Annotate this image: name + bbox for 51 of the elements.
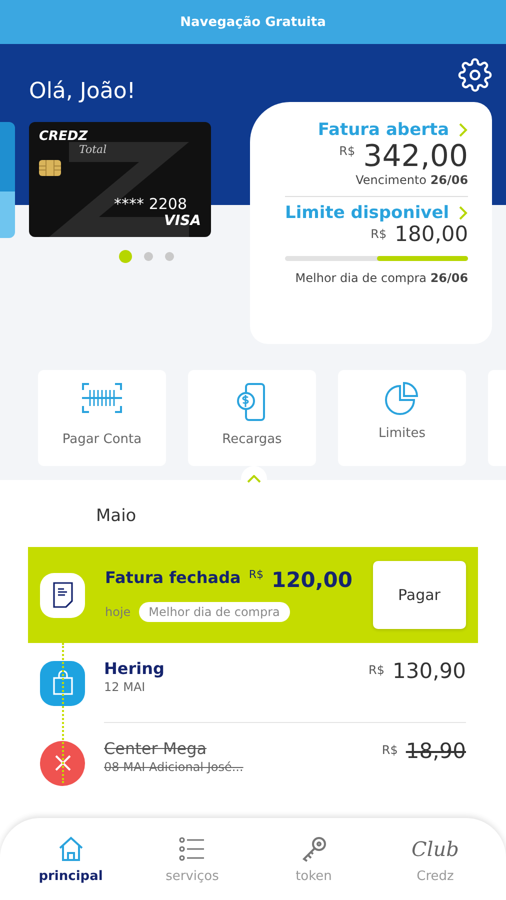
entry-amount: 18,90 xyxy=(406,739,466,763)
pay-button[interactable]: Pagar xyxy=(372,561,466,629)
card-network: VISA xyxy=(164,213,201,229)
currency: R$ xyxy=(370,227,387,241)
currency: R$ xyxy=(368,663,385,677)
credit-card[interactable]: CREDZ Total **** 2208 VISA xyxy=(29,122,211,237)
currency: R$ xyxy=(248,568,264,581)
entry-tag: Melhor dia de compra xyxy=(138,602,290,622)
carousel-dot[interactable] xyxy=(164,252,174,261)
invoice-amount: 342,00 xyxy=(363,140,468,173)
entry-title: Hering xyxy=(104,659,164,678)
carousel-dot[interactable] xyxy=(118,250,132,263)
limit-amount: 180,00 xyxy=(394,223,468,246)
action-tile[interactable]: Pagar Conta xyxy=(38,370,166,466)
entry-amount: 120,00 xyxy=(271,568,353,592)
list-icon xyxy=(178,834,206,862)
action-tile[interactable]: Recargas xyxy=(188,370,316,466)
action-tile[interactable]: Limites xyxy=(338,370,466,466)
pie-chart-icon xyxy=(385,382,419,416)
best-day: Melhor dia de compra 26/06 xyxy=(295,271,468,286)
carousel-dot[interactable] xyxy=(144,252,152,261)
chevron-right-icon xyxy=(459,206,468,220)
key-icon xyxy=(300,834,328,862)
currency: R$ xyxy=(382,743,398,757)
entry-date: hoje xyxy=(105,605,131,619)
greeting: Olá, João! xyxy=(29,78,137,106)
status-title: Navegação Gratuita xyxy=(180,14,326,30)
nav-tab[interactable]: Club Credz xyxy=(374,818,496,900)
currency: R$ xyxy=(339,144,356,158)
phone-coin-icon xyxy=(236,382,268,422)
home-icon xyxy=(56,834,85,862)
previous-card[interactable] xyxy=(0,122,15,238)
entry-date: 08 MAI Adicional José... xyxy=(104,760,244,774)
chip-icon xyxy=(39,160,61,176)
month-heading: Maio xyxy=(96,506,138,526)
close-icon xyxy=(54,754,72,772)
nav-tab[interactable]: principal xyxy=(10,818,132,900)
entry-title: Fatura fechada xyxy=(105,568,241,587)
card-product: Total xyxy=(79,144,108,156)
card-number: **** 2208 xyxy=(114,195,187,213)
chevron-right-icon xyxy=(459,123,468,137)
entry-title: Center Mega xyxy=(104,739,208,758)
barcode-icon xyxy=(81,382,123,414)
settings-icon[interactable] xyxy=(458,58,492,92)
shopping-bag-icon xyxy=(52,670,74,696)
entry-amount: 130,90 xyxy=(392,659,466,683)
due-date: Vencimento 26/06 xyxy=(356,173,468,187)
card-brand: CREDZ xyxy=(39,130,89,144)
entry-date: 12 MAI xyxy=(104,680,146,694)
document-icon xyxy=(52,582,72,608)
club-logo: Club xyxy=(412,836,459,862)
